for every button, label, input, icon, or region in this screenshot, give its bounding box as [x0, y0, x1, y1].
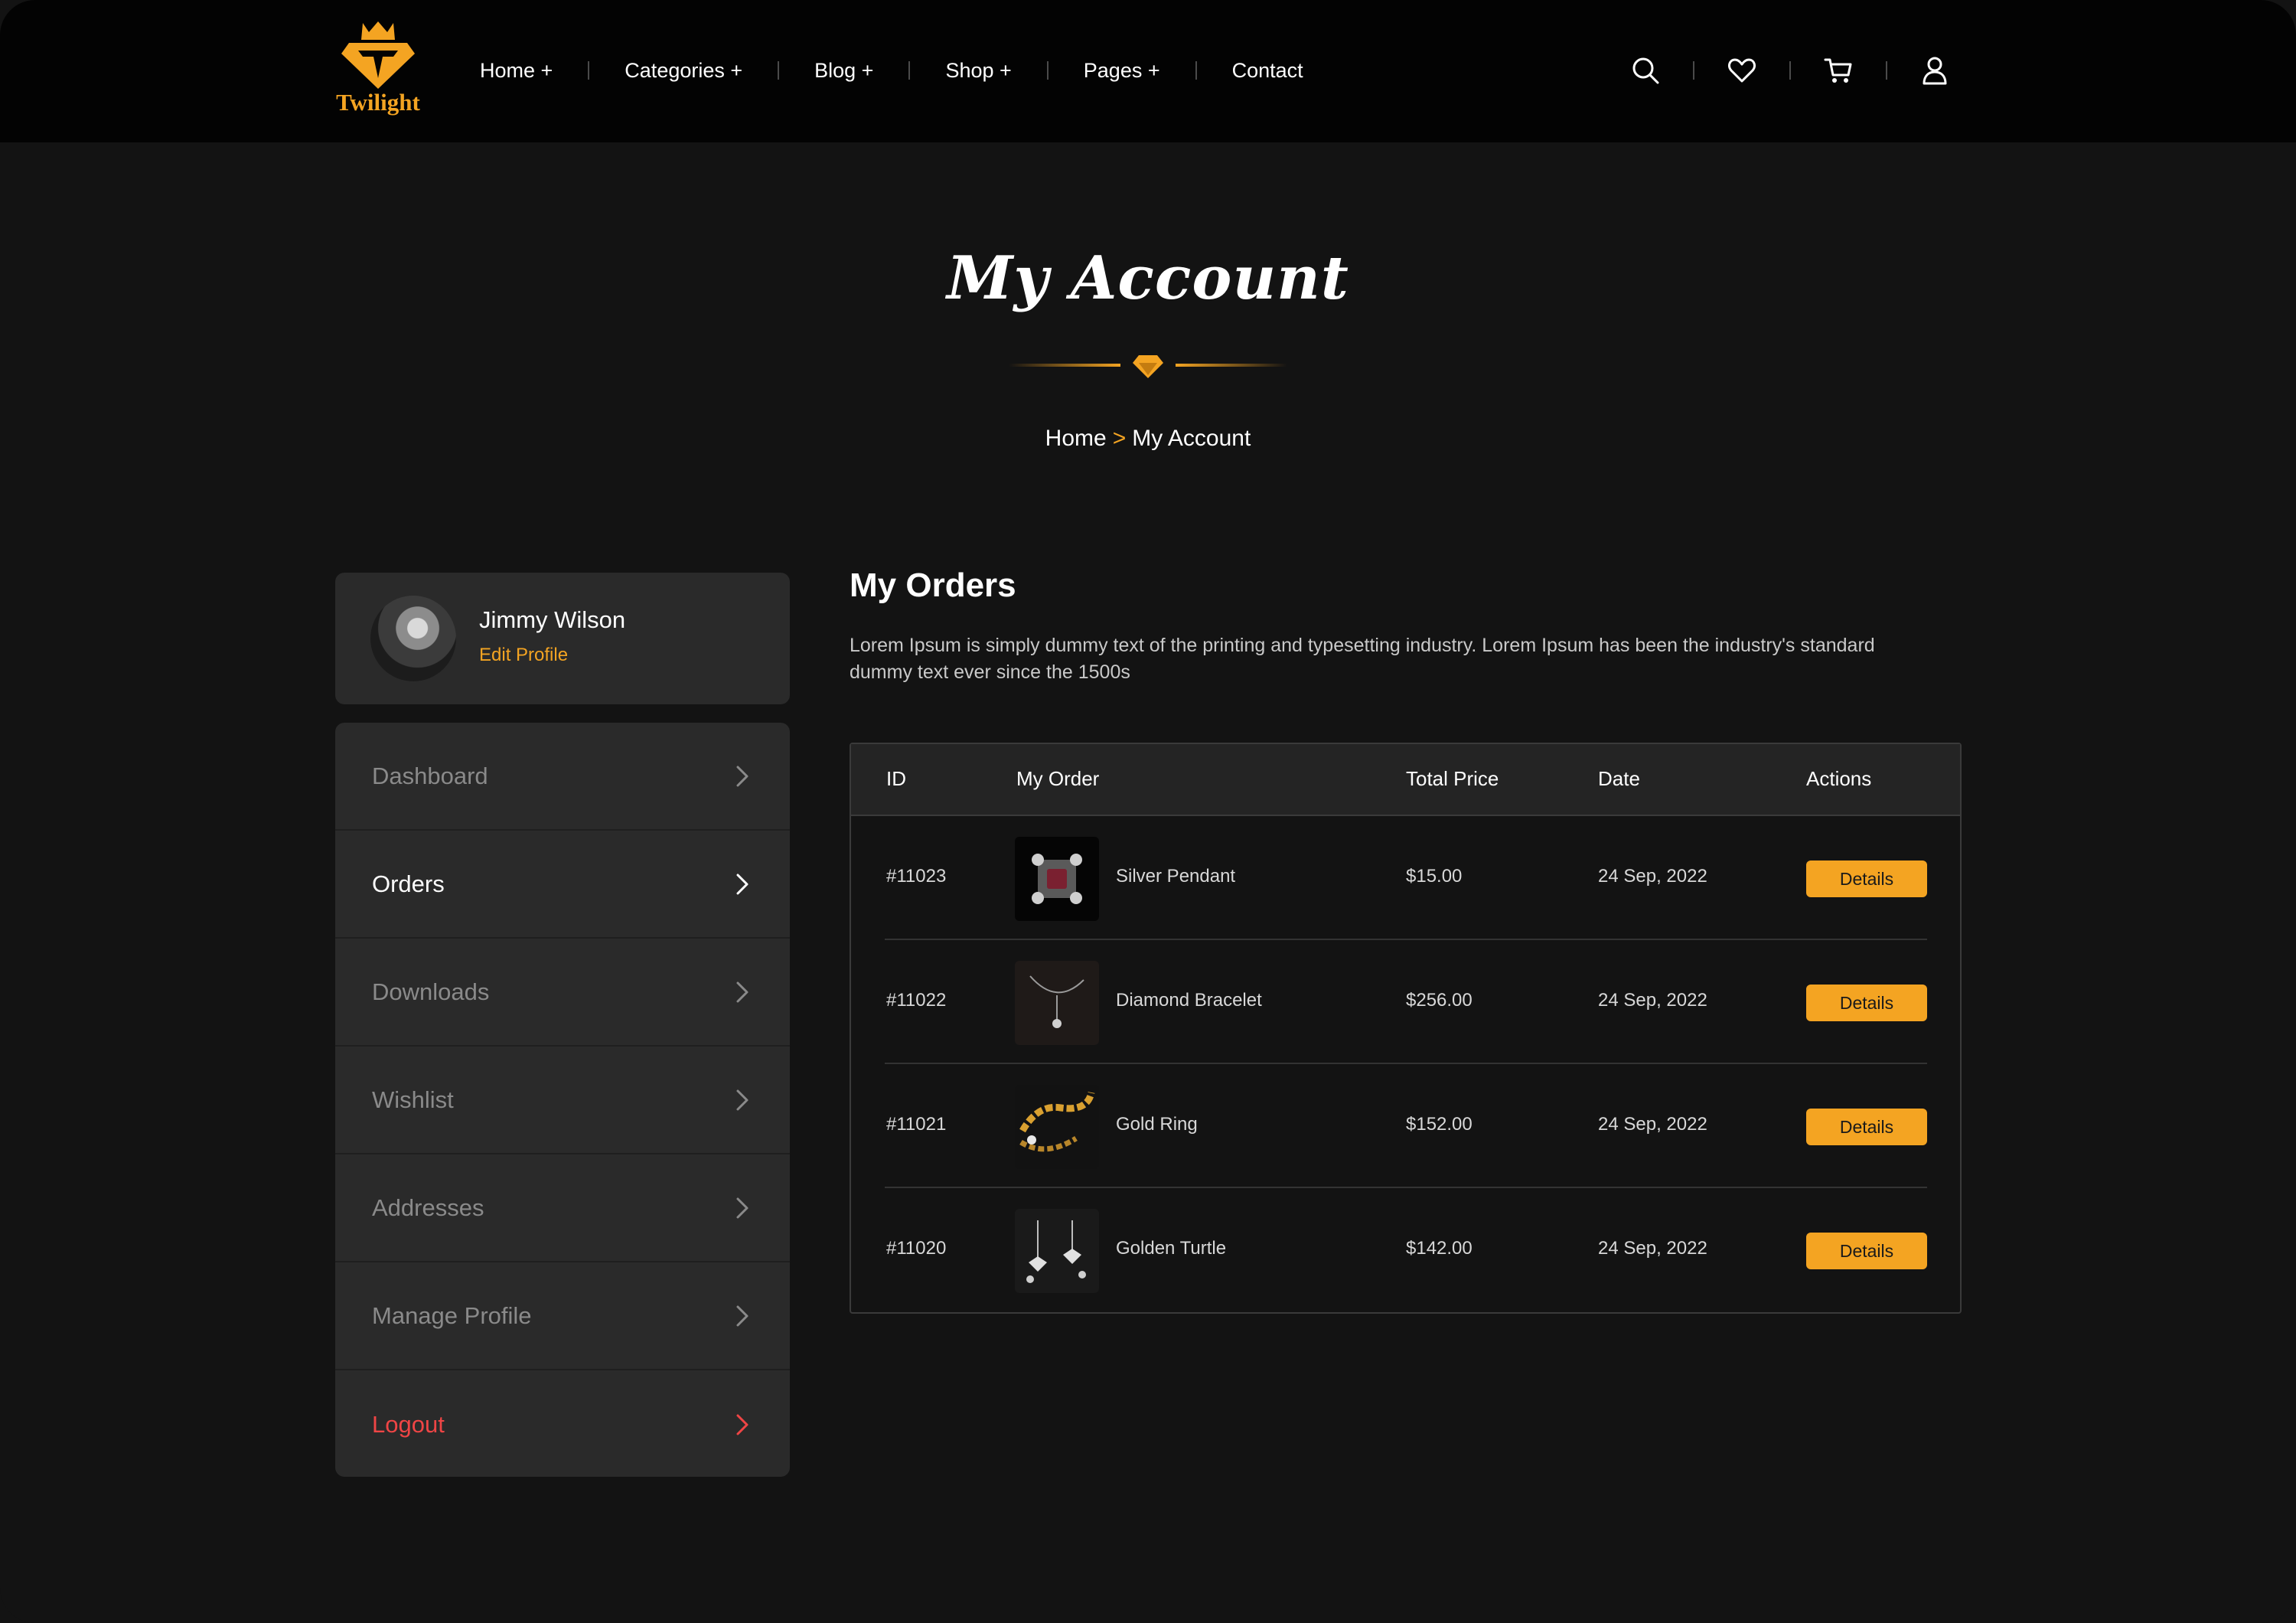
- details-button[interactable]: Details: [1806, 860, 1927, 897]
- table-header: ID My Order Total Price Date Actions: [851, 744, 1960, 816]
- table-row: #11022 Diamond Bracelet $256.00 24 Sep, …: [885, 940, 1927, 1064]
- product-name: Golden Turtle: [1116, 1238, 1227, 1259]
- breadcrumb-current: My Account: [1132, 426, 1251, 451]
- menu-item-label: Manage Profile: [372, 1301, 532, 1329]
- menu-item-manage-profile[interactable]: Manage Profile: [335, 1262, 790, 1370]
- menu-item-label: Addresses: [372, 1194, 484, 1221]
- column-total-price: Total Price: [1406, 767, 1499, 790]
- chevron-right-icon: [736, 1305, 748, 1326]
- column-actions: Actions: [1806, 767, 1872, 790]
- page-title: My Account: [947, 243, 1349, 313]
- order-total: $152.00: [1406, 1114, 1473, 1135]
- breadcrumb: Home > My Account: [842, 426, 1454, 452]
- breadcrumb-separator: >: [1112, 426, 1127, 451]
- product-thumbnail[interactable]: [1015, 837, 1099, 921]
- orders-description: Lorem Ipsum is simply dummy text of the …: [850, 635, 1875, 683]
- nav-shop[interactable]: Shop +: [945, 59, 1011, 83]
- nav-divider: [588, 61, 590, 80]
- menu-item-logout[interactable]: Logout: [335, 1370, 790, 1477]
- menu-item-label: Dashboard: [372, 762, 488, 789]
- cart-icon[interactable]: [1821, 54, 1855, 87]
- order-date: 24 Sep, 2022: [1598, 1114, 1707, 1135]
- avatar: [370, 596, 456, 681]
- tools-divider: [1693, 61, 1694, 80]
- menu-item-wishlist[interactable]: Wishlist: [335, 1047, 790, 1154]
- orders-table: ID My Order Total Price Date Actions #11…: [850, 743, 1962, 1314]
- product-name: Gold Ring: [1116, 1114, 1198, 1135]
- brand-name: Twilight: [336, 89, 420, 116]
- main-nav: Home + Categories + Blog + Shop + Pages …: [480, 54, 1303, 87]
- order-total: $15.00: [1406, 866, 1463, 887]
- orders-title: My Orders: [850, 567, 1016, 604]
- table-row: #11020 Golden Turtle $142.00 24 Sep, 202…: [885, 1188, 1927, 1312]
- details-button[interactable]: Details: [1806, 1233, 1927, 1269]
- tools-divider: [1789, 61, 1791, 80]
- order-id: #11022: [886, 990, 947, 1011]
- account-menu: Dashboard Orders Downloads Wishlist Addr…: [335, 723, 790, 1477]
- edit-profile-link[interactable]: Edit Profile: [479, 645, 568, 666]
- search-icon[interactable]: [1629, 54, 1662, 87]
- product-name: Diamond Bracelet: [1116, 990, 1262, 1011]
- menu-item-label: Orders: [372, 870, 445, 897]
- order-date: 24 Sep, 2022: [1598, 990, 1707, 1011]
- details-button[interactable]: Details: [1806, 1109, 1927, 1145]
- column-my-order: My Order: [1016, 767, 1100, 790]
- nav-pages[interactable]: Pages +: [1084, 59, 1160, 83]
- column-id: ID: [886, 767, 906, 790]
- nav-contact[interactable]: Contact: [1232, 59, 1303, 83]
- nav-divider: [908, 61, 911, 80]
- product-thumbnail[interactable]: [1015, 1209, 1099, 1293]
- chevron-right-icon: [736, 1414, 748, 1435]
- nav-divider: [1046, 61, 1049, 80]
- order-total: $256.00: [1406, 990, 1473, 1011]
- order-total: $142.00: [1406, 1238, 1473, 1259]
- profile-card: Jimmy Wilson Edit Profile: [335, 573, 790, 704]
- chevron-right-icon: [736, 1197, 748, 1218]
- chevron-right-icon: [736, 874, 748, 894]
- menu-item-label: Logout: [372, 1410, 445, 1438]
- page-frame: Twilight Home + Categories + Blog + Shop…: [0, 0, 2296, 1623]
- menu-item-dashboard[interactable]: Dashboard: [335, 723, 790, 831]
- top-navbar: Twilight Home + Categories + Blog + Shop…: [0, 0, 2296, 142]
- product-thumbnail[interactable]: [1015, 961, 1099, 1045]
- user-icon[interactable]: [1918, 54, 1952, 87]
- product-name: Silver Pendant: [1116, 866, 1236, 887]
- title-divider: [1009, 349, 1287, 380]
- table-row: #11023 Silver Pendant $15.00 24 Sep, 202…: [885, 816, 1927, 940]
- menu-item-label: Wishlist: [372, 1086, 454, 1113]
- order-date: 24 Sep, 2022: [1598, 866, 1707, 887]
- order-id: #11021: [886, 1114, 947, 1135]
- details-button[interactable]: Details: [1806, 985, 1927, 1021]
- breadcrumb-home[interactable]: Home: [1045, 426, 1107, 451]
- nav-blog[interactable]: Blog +: [814, 59, 873, 83]
- brand-logo[interactable]: Twilight: [332, 20, 424, 119]
- heart-icon[interactable]: [1725, 54, 1759, 87]
- tools-divider: [1886, 61, 1887, 80]
- menu-item-downloads[interactable]: Downloads: [335, 939, 790, 1047]
- diamond-icon: [1133, 355, 1163, 378]
- nav-divider: [1195, 61, 1197, 80]
- order-date: 24 Sep, 2022: [1598, 1238, 1707, 1259]
- chevron-right-icon: [736, 1089, 748, 1110]
- table-row: #11021 Gold Ring $152.00 24 Sep, 2022 De…: [885, 1064, 1927, 1188]
- chevron-right-icon: [736, 766, 748, 786]
- menu-item-orders[interactable]: Orders: [335, 831, 790, 939]
- order-id: #11023: [886, 866, 947, 887]
- menu-item-addresses[interactable]: Addresses: [335, 1154, 790, 1262]
- column-date: Date: [1598, 767, 1640, 790]
- menu-item-label: Downloads: [372, 978, 490, 1005]
- header-tools: [1629, 54, 1952, 87]
- crown-diamond-icon: [341, 21, 415, 89]
- chevron-right-icon: [736, 981, 748, 1002]
- product-thumbnail[interactable]: [1015, 1085, 1099, 1169]
- profile-name: Jimmy Wilson: [479, 606, 626, 633]
- nav-home[interactable]: Home +: [480, 59, 553, 83]
- order-id: #11020: [886, 1238, 947, 1259]
- nav-categories[interactable]: Categories +: [625, 59, 742, 83]
- nav-divider: [778, 61, 780, 80]
